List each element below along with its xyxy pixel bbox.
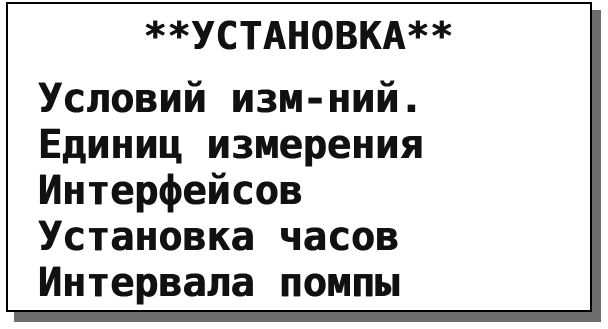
screen-title: **УСТАНОВКА** xyxy=(143,14,455,58)
screen-shadow-right xyxy=(592,10,601,317)
lcd-screen: **УСТАНОВКА** Условий изм-ний. Единиц из… xyxy=(6,2,592,312)
menu-item-interfaces[interactable]: Интерфейсов xyxy=(38,168,423,214)
menu-item-units[interactable]: Единиц измерения xyxy=(38,122,423,168)
menu-item-clock-setup[interactable]: Установка часов xyxy=(38,214,423,260)
menu-item-measurement-conditions[interactable]: Условий изм-ний. xyxy=(38,76,423,122)
menu-item-pump-interval[interactable]: Интервала помпы xyxy=(38,260,423,306)
screen-shadow-bottom xyxy=(14,312,601,322)
settings-menu: Условий изм-ний. Единиц измерения Интерф… xyxy=(38,76,423,306)
